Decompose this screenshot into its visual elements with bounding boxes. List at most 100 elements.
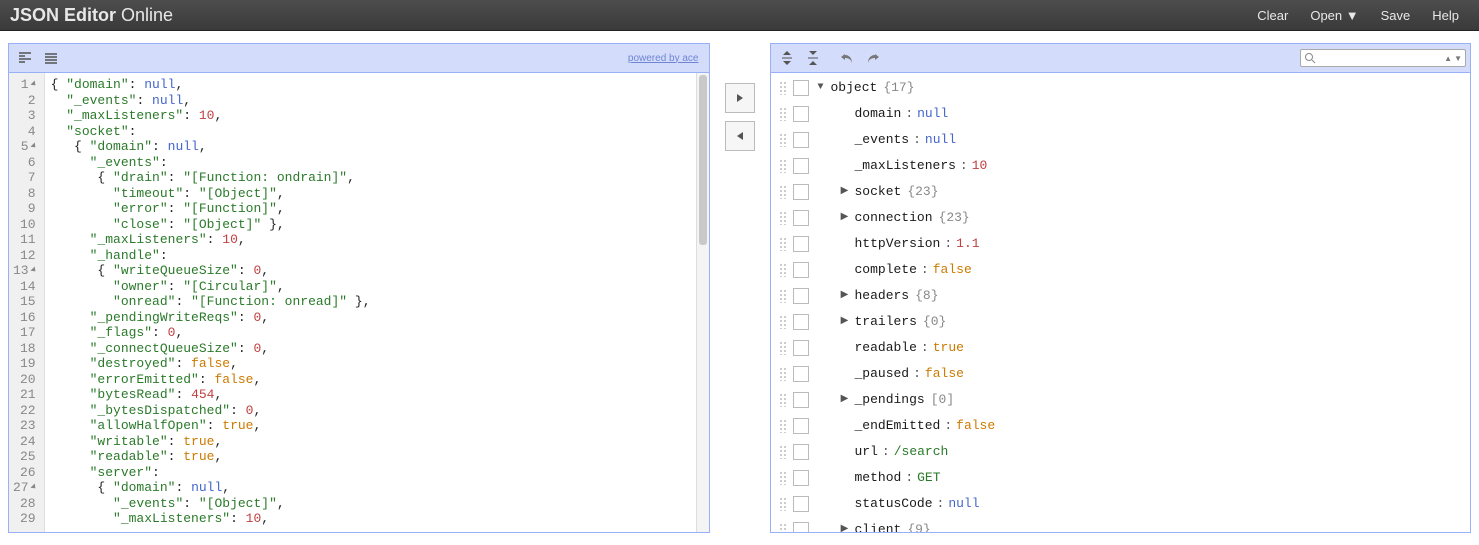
context-menu-button[interactable] <box>793 262 809 278</box>
tree-key[interactable]: client <box>855 517 902 532</box>
tree-row[interactable]: _endEmitted:false <box>771 413 1471 439</box>
context-menu-button[interactable] <box>793 392 809 408</box>
tree-key[interactable]: complete <box>855 257 917 283</box>
context-menu-button[interactable] <box>793 80 809 96</box>
tree-key[interactable]: statusCode <box>855 491 933 517</box>
context-menu-button[interactable] <box>793 132 809 148</box>
expand-caret[interactable]: ▶ <box>839 283 851 309</box>
tree-row[interactable]: ▶trailers{0} <box>771 309 1471 335</box>
format-button[interactable] <box>13 46 37 70</box>
tree-key[interactable]: _endEmitted <box>855 413 941 439</box>
tree-row[interactable]: url:/search <box>771 439 1471 465</box>
tree-row[interactable]: complete:false <box>771 257 1471 283</box>
scrollbar[interactable] <box>696 73 709 532</box>
tree-value[interactable]: null <box>948 491 979 517</box>
tree-row[interactable]: ▶headers{8} <box>771 283 1471 309</box>
tree-value[interactable]: false <box>956 413 995 439</box>
context-menu-button[interactable] <box>793 236 809 252</box>
drag-handle-icon[interactable] <box>779 237 787 251</box>
tree-value[interactable]: 1.1 <box>956 231 979 257</box>
tree-key[interactable]: _paused <box>855 361 910 387</box>
drag-handle-icon[interactable] <box>779 133 787 147</box>
collapse-all-button[interactable] <box>801 46 825 70</box>
drag-handle-icon[interactable] <box>779 263 787 277</box>
tree-value[interactable]: GET <box>917 465 940 491</box>
redo-button[interactable] <box>861 46 885 70</box>
drag-handle-icon[interactable] <box>779 393 787 407</box>
search-input[interactable] <box>1318 51 1442 65</box>
expand-all-button[interactable] <box>775 46 799 70</box>
tree-value[interactable]: /search <box>894 439 949 465</box>
expand-caret[interactable]: ▶ <box>839 517 851 532</box>
tree-row[interactable]: domain:null <box>771 101 1471 127</box>
tree-row[interactable]: statusCode:null <box>771 491 1471 517</box>
expand-caret[interactable]: ▶ <box>839 309 851 335</box>
context-menu-button[interactable] <box>793 210 809 226</box>
code-editor[interactable]: 1234567891011121314151617181920212223242… <box>9 73 709 532</box>
tree-key[interactable]: socket <box>855 179 902 205</box>
tree-key[interactable]: method <box>855 465 902 491</box>
tree-value[interactable]: true <box>933 335 964 361</box>
tree-row[interactable]: method:GET <box>771 465 1471 491</box>
context-menu-button[interactable] <box>793 314 809 330</box>
tree-row[interactable]: readable:true <box>771 335 1471 361</box>
tree-key[interactable]: headers <box>855 283 910 309</box>
expand-caret[interactable]: ▶ <box>839 205 851 231</box>
drag-handle-icon[interactable] <box>779 107 787 121</box>
tree-key[interactable]: domain <box>855 101 902 127</box>
search-prev-button[interactable]: ▲ <box>1444 54 1452 63</box>
drag-handle-icon[interactable] <box>779 185 787 199</box>
tree-value[interactable]: false <box>925 361 964 387</box>
drag-handle-icon[interactable] <box>779 523 787 532</box>
tree-key[interactable]: readable <box>855 335 917 361</box>
drag-handle-icon[interactable] <box>779 445 787 459</box>
context-menu-button[interactable] <box>793 418 809 434</box>
tree-key[interactable]: _events <box>855 127 910 153</box>
menu-save[interactable]: Save <box>1371 4 1421 27</box>
undo-button[interactable] <box>835 46 859 70</box>
context-menu-button[interactable] <box>793 366 809 382</box>
drag-handle-icon[interactable] <box>779 341 787 355</box>
context-menu-button[interactable] <box>793 158 809 174</box>
tree-row[interactable]: ▶socket{23} <box>771 179 1471 205</box>
drag-handle-icon[interactable] <box>779 419 787 433</box>
tree-row[interactable]: _events:null <box>771 127 1471 153</box>
tree-view[interactable]: ▼object{17}domain:null_events:null_maxLi… <box>771 73 1471 532</box>
tree-key[interactable]: connection <box>855 205 933 231</box>
tree-key[interactable]: trailers <box>855 309 917 335</box>
expand-caret[interactable]: ▶ <box>839 179 851 205</box>
context-menu-button[interactable] <box>793 288 809 304</box>
drag-handle-icon[interactable] <box>779 211 787 225</box>
menu-clear[interactable]: Clear <box>1247 4 1298 27</box>
tree-key[interactable]: httpVersion <box>855 231 941 257</box>
tree-key[interactable]: object <box>831 75 878 101</box>
tree-row[interactable]: _maxListeners:10 <box>771 153 1471 179</box>
tree-row[interactable]: ▼object{17} <box>771 75 1471 101</box>
search-box[interactable]: ▲▼ <box>1300 49 1466 67</box>
expand-caret[interactable]: ▶ <box>839 387 851 413</box>
search-next-button[interactable]: ▼ <box>1454 54 1462 63</box>
drag-handle-icon[interactable] <box>779 367 787 381</box>
menu-help[interactable]: Help <box>1422 4 1469 27</box>
expand-caret[interactable]: ▼ <box>815 75 827 101</box>
drag-handle-icon[interactable] <box>779 159 787 173</box>
drag-handle-icon[interactable] <box>779 471 787 485</box>
context-menu-button[interactable] <box>793 496 809 512</box>
context-menu-button[interactable] <box>793 522 809 532</box>
copy-left-button[interactable] <box>725 121 755 151</box>
tree-row[interactable]: ▶_pendings[0] <box>771 387 1471 413</box>
context-menu-button[interactable] <box>793 184 809 200</box>
drag-handle-icon[interactable] <box>779 81 787 95</box>
powered-by-link[interactable]: powered by ace <box>628 53 699 64</box>
tree-value[interactable]: false <box>933 257 972 283</box>
context-menu-button[interactable] <box>793 106 809 122</box>
tree-value[interactable]: null <box>925 127 956 153</box>
compact-button[interactable] <box>39 46 63 70</box>
context-menu-button[interactable] <box>793 470 809 486</box>
tree-value[interactable]: null <box>917 101 948 127</box>
tree-key[interactable]: _pendings <box>855 387 925 413</box>
copy-right-button[interactable] <box>725 83 755 113</box>
tree-row[interactable]: ▶connection{23} <box>771 205 1471 231</box>
scrollbar-thumb[interactable] <box>699 75 707 245</box>
tree-row[interactable]: ▶client{9} <box>771 517 1471 532</box>
